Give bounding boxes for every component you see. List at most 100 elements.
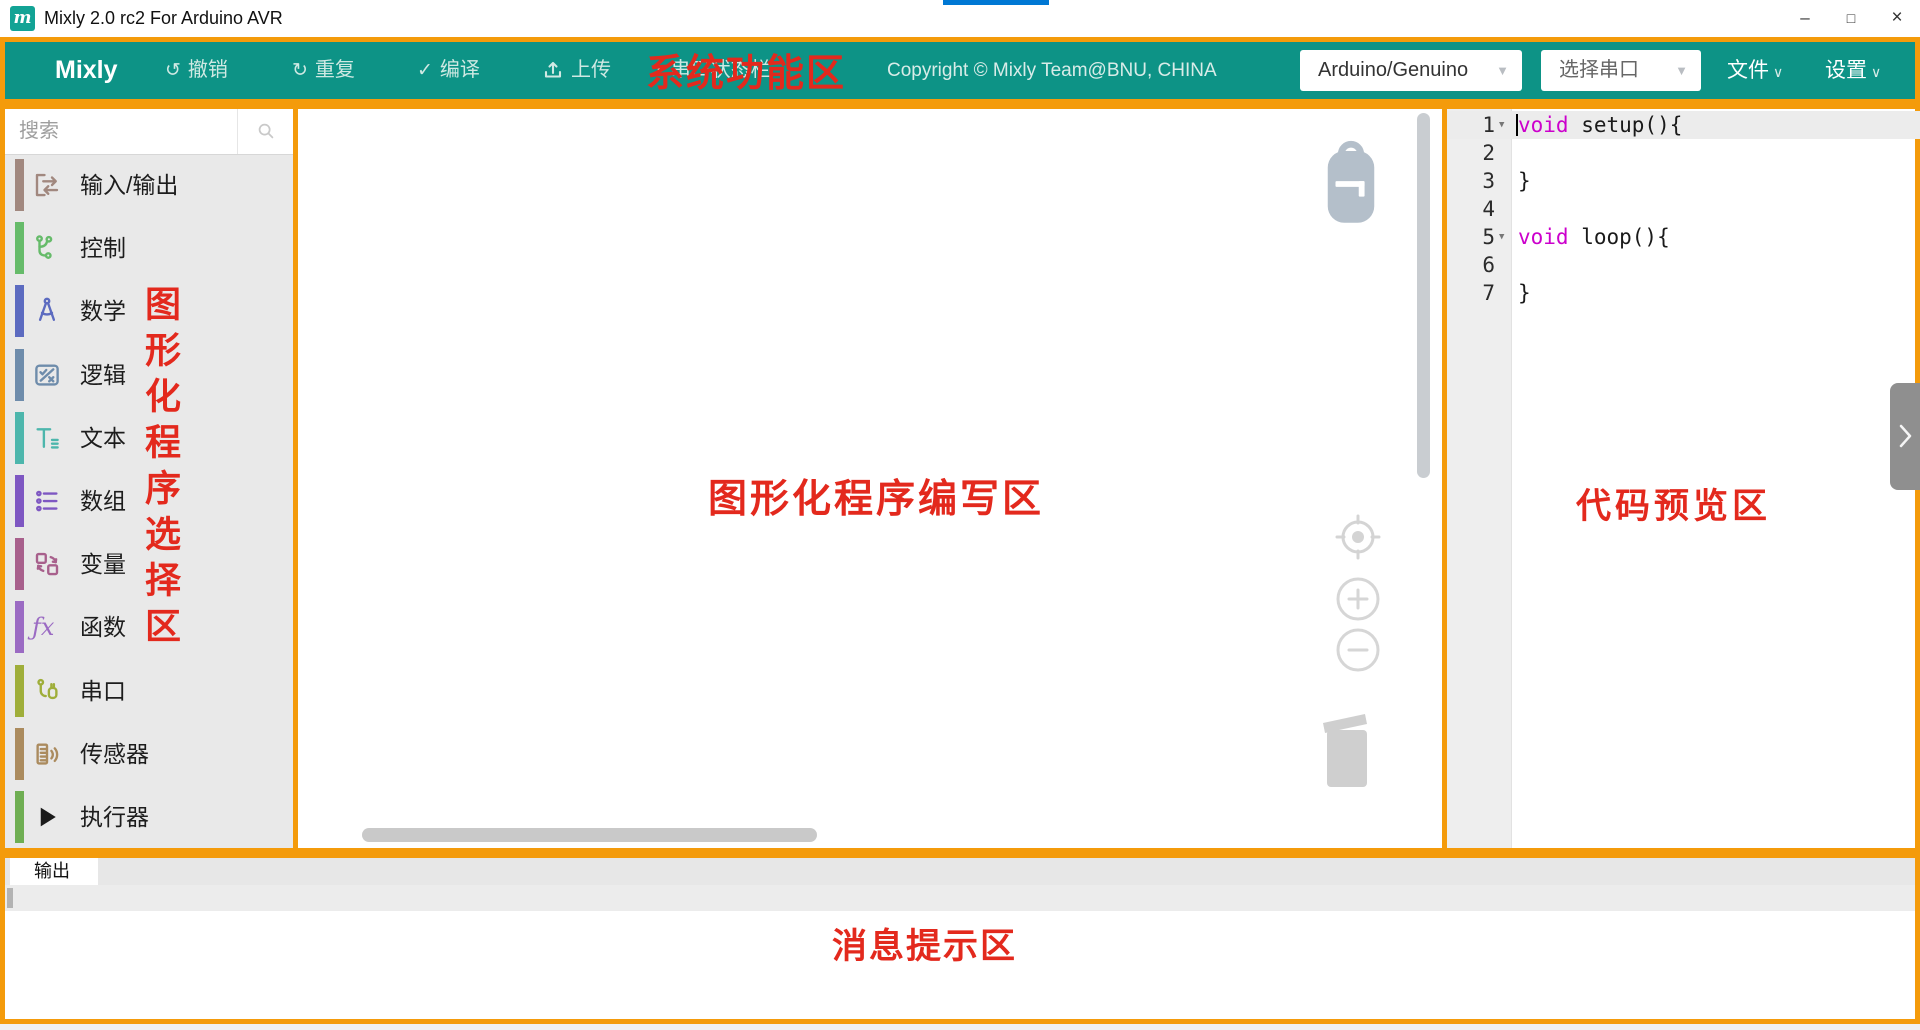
output-scroll-marker xyxy=(7,888,13,908)
search-bar xyxy=(5,109,293,155)
swap-squares-icon xyxy=(32,549,62,579)
line-number: 7 xyxy=(1447,279,1495,307)
horizontal-scrollbar[interactable] xyxy=(362,828,817,842)
line-number: 5 xyxy=(1447,223,1495,251)
undo-icon: ↺ xyxy=(165,60,181,81)
window-title: Mixly 2.0 rc2 For Arduino AVR xyxy=(44,0,283,37)
code-editor: 1 ▼ void setup(){ 2 3 } 4 5 ▼ void loop(… xyxy=(1447,111,1920,307)
sensor-waves-icon xyxy=(32,739,62,769)
fx-icon: ƒx xyxy=(32,612,62,642)
serial-status-button[interactable]: •串口状态栏 xyxy=(657,42,771,99)
code-line: 4 xyxy=(1447,195,1920,223)
compile-button[interactable]: ✓编译 xyxy=(417,42,480,99)
board-select-value: Arduino/Genuino xyxy=(1318,59,1468,81)
copyright-text: Copyright © Mixly Team@BNU, CHINA xyxy=(887,42,1217,99)
port-select[interactable]: 选择串口 ▼ xyxy=(1541,50,1701,91)
output-tabstrip: 输出 xyxy=(5,858,1915,885)
code-text: } xyxy=(1518,167,1531,195)
sidebar-item-label: 执行器 xyxy=(80,790,149,844)
mixly-brand[interactable]: Mixly xyxy=(55,42,118,99)
line-number: 3 xyxy=(1447,167,1495,195)
board-select[interactable]: Arduino/Genuino▼ xyxy=(1300,50,1522,91)
sidebar-item-control[interactable]: 控制 xyxy=(5,221,293,275)
code-text: void loop(){ xyxy=(1518,223,1670,251)
title-bar: m Mixly 2.0 rc2 For Arduino AVR – □ × xyxy=(0,0,1920,37)
crosshair-icon[interactable] xyxy=(1334,513,1382,561)
trash-icon[interactable] xyxy=(1315,703,1379,800)
upload-button[interactable]: 上传 xyxy=(541,42,611,99)
mixly-logo-icon: m xyxy=(10,6,35,31)
check-icon: ✓ xyxy=(417,60,433,81)
code-preview-panel[interactable]: 1 ▼ void setup(){ 2 3 } 4 5 ▼ void loop(… xyxy=(1442,104,1920,853)
code-line: 2 xyxy=(1447,139,1920,167)
line-number: 2 xyxy=(1447,139,1495,167)
sidebar-item-label: 数学 xyxy=(80,284,126,338)
sidebar-item-label: 数组 xyxy=(80,474,126,528)
category-color-strip xyxy=(15,159,24,211)
category-color-strip xyxy=(15,538,24,590)
close-button[interactable]: × xyxy=(1874,0,1920,37)
undo-button[interactable]: ↺ 撤销 xyxy=(165,42,228,99)
sidebar-item-variable[interactable]: 变量 xyxy=(5,537,293,591)
zoom-in-icon[interactable] xyxy=(1334,575,1382,623)
sidebar-item-math[interactable]: 数学 xyxy=(5,284,293,338)
fold-caret-icon[interactable]: ▼ xyxy=(1499,111,1504,139)
sidebar-item-label: 传感器 xyxy=(80,727,149,781)
output-tab-label: 输出 xyxy=(34,858,70,885)
code-text: } xyxy=(1518,279,1531,307)
maximize-button[interactable]: □ xyxy=(1828,0,1874,37)
redo-label: 重复 xyxy=(315,59,355,81)
file-menu[interactable]: 文件∨ xyxy=(1727,42,1783,99)
port-select-value: 选择串口 xyxy=(1559,59,1639,81)
compass-icon xyxy=(32,296,62,326)
category-color-strip xyxy=(15,791,24,843)
list-icon xyxy=(32,486,62,516)
line-number: 4 xyxy=(1447,195,1495,223)
fold-caret-icon[interactable]: ▼ xyxy=(1499,223,1504,251)
chevron-down-icon: ∨ xyxy=(1871,64,1881,80)
settings-menu[interactable]: 设置∨ xyxy=(1825,42,1881,99)
toolbar: Mixly ↺ 撤销 ↻ 重复 ✓编译 上传 •串口状态栏 Copyright © … xyxy=(0,37,1920,104)
text-icon xyxy=(32,423,62,453)
minimize-button[interactable]: – xyxy=(1782,0,1828,37)
code-line: 1 ▼ void setup(){ xyxy=(1447,111,1920,139)
logic-check-icon xyxy=(32,360,62,390)
sidebar-item-array[interactable]: 数组 xyxy=(5,474,293,528)
undo-label: 撤销 xyxy=(188,59,228,81)
category-color-strip xyxy=(15,412,24,464)
sidebar-item-label: 输入/输出 xyxy=(80,158,178,212)
panel-expand-handle[interactable] xyxy=(1890,383,1920,490)
redo-icon: ↻ xyxy=(292,60,308,81)
file-menu-label: 文件 xyxy=(1727,59,1769,82)
backpack-icon[interactable] xyxy=(1320,137,1382,234)
search-input[interactable] xyxy=(5,109,236,154)
sidebar-item-serial[interactable]: 串口 xyxy=(5,664,293,718)
code-text: void setup(){ xyxy=(1518,111,1682,139)
redo-button[interactable]: ↻ 重复 xyxy=(292,42,355,99)
sidebar-item-sensor[interactable]: 传感器 xyxy=(5,727,293,781)
category-color-strip xyxy=(15,665,24,717)
block-palette-sidebar: 输入/输出 控制 数学 逻辑 文本 数组 xyxy=(0,104,298,853)
category-color-strip xyxy=(15,475,24,527)
sidebar-item-text[interactable]: 文本 xyxy=(5,411,293,465)
line-number: 6 xyxy=(1447,251,1495,279)
bullet-icon: • xyxy=(657,60,664,81)
chevron-down-icon: ▼ xyxy=(1675,50,1688,91)
sidebar-item-actuator[interactable]: 执行器 xyxy=(5,790,293,844)
output-panel: 输出 xyxy=(0,853,1920,1024)
blockly-workspace[interactable] xyxy=(293,104,1447,853)
search-button[interactable] xyxy=(237,109,293,154)
sidebar-item-function[interactable]: ƒx 函数 xyxy=(5,600,293,654)
upload-label: 上传 xyxy=(571,59,611,81)
code-line: 5 ▼ void loop(){ xyxy=(1447,223,1920,251)
code-line: 6 xyxy=(1447,251,1920,279)
search-icon xyxy=(255,120,277,142)
sidebar-item-io[interactable]: 输入/输出 xyxy=(5,158,293,212)
category-color-strip xyxy=(15,728,24,780)
vertical-scrollbar[interactable] xyxy=(1417,113,1430,478)
category-color-strip xyxy=(15,601,24,653)
zoom-out-icon[interactable] xyxy=(1334,626,1382,674)
tab-output[interactable]: 输出 xyxy=(10,858,98,885)
sidebar-item-logic[interactable]: 逻辑 xyxy=(5,348,293,402)
branch-icon xyxy=(32,233,62,263)
